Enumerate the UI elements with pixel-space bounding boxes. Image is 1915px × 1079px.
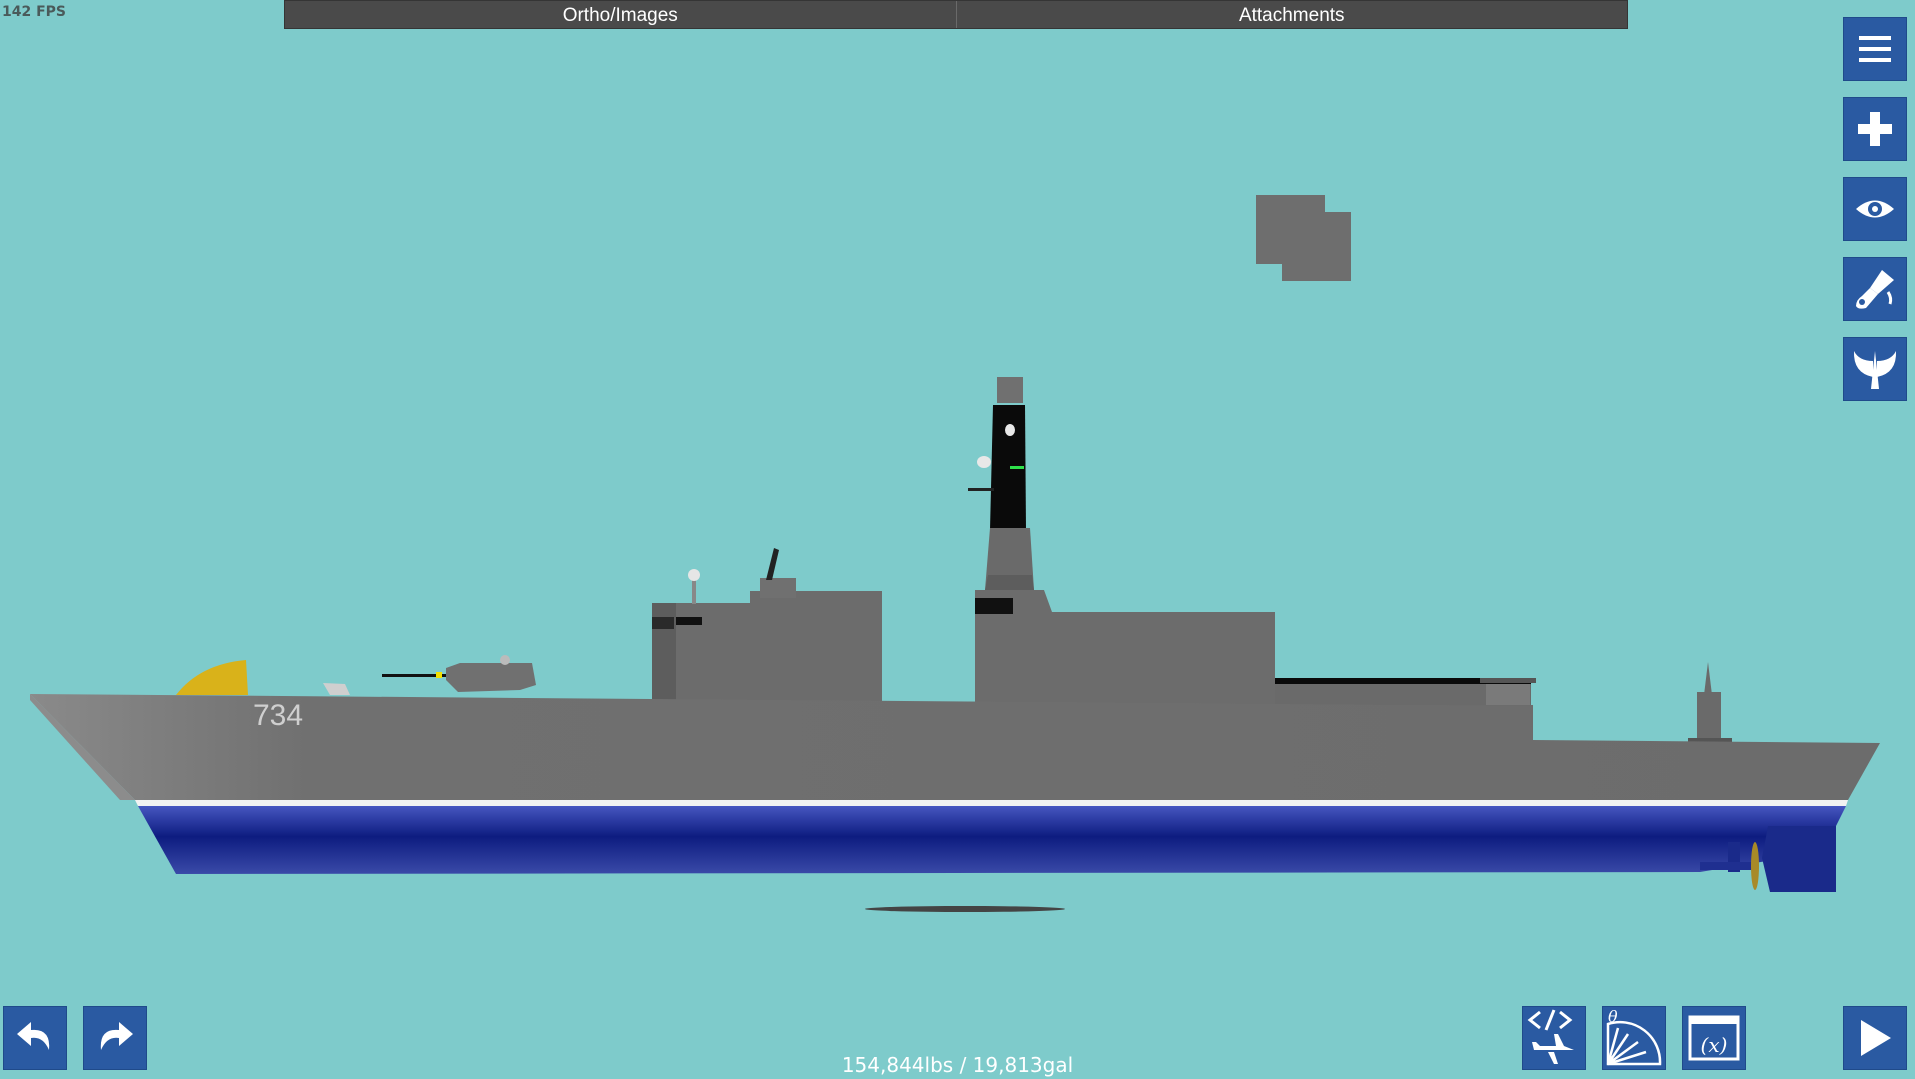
mast[interactable] <box>968 377 1034 590</box>
aft-mast[interactable] <box>1688 662 1732 744</box>
add-part-button[interactable] <box>1843 97 1907 161</box>
forward-gun[interactable] <box>382 655 536 692</box>
paint-button[interactable] <box>1843 257 1907 321</box>
weight-fuel-status: 154,844lbs / 19,813gal <box>841 1053 1074 1077</box>
floating-block[interactable] <box>1256 195 1351 281</box>
wings-icon <box>1853 351 1897 389</box>
redo-icon <box>100 1022 133 1050</box>
bow-fixture[interactable] <box>323 683 350 695</box>
ship-hull-upper[interactable] <box>30 694 1880 800</box>
bow-dome[interactable] <box>176 660 248 695</box>
svg-text:θ: θ <box>1608 1008 1618 1026</box>
menu-icon <box>1859 36 1891 62</box>
menu-button[interactable] <box>1843 17 1907 81</box>
view-eye-icon <box>1856 200 1894 218</box>
wings-button[interactable] <box>1843 337 1907 401</box>
forward-superstructure[interactable] <box>652 548 882 703</box>
hull-number: 734 <box>253 699 303 732</box>
ship-viewport[interactable]: 734 <box>0 0 1915 1079</box>
paint-brush-icon <box>1856 270 1894 309</box>
add-part-icon <box>1858 112 1892 146</box>
hull-stripe <box>135 800 1848 806</box>
ship-shadow <box>865 906 1065 912</box>
view-button[interactable] <box>1843 177 1907 241</box>
ship-hull-lower[interactable] <box>138 806 1846 874</box>
undo-icon <box>17 1022 50 1050</box>
